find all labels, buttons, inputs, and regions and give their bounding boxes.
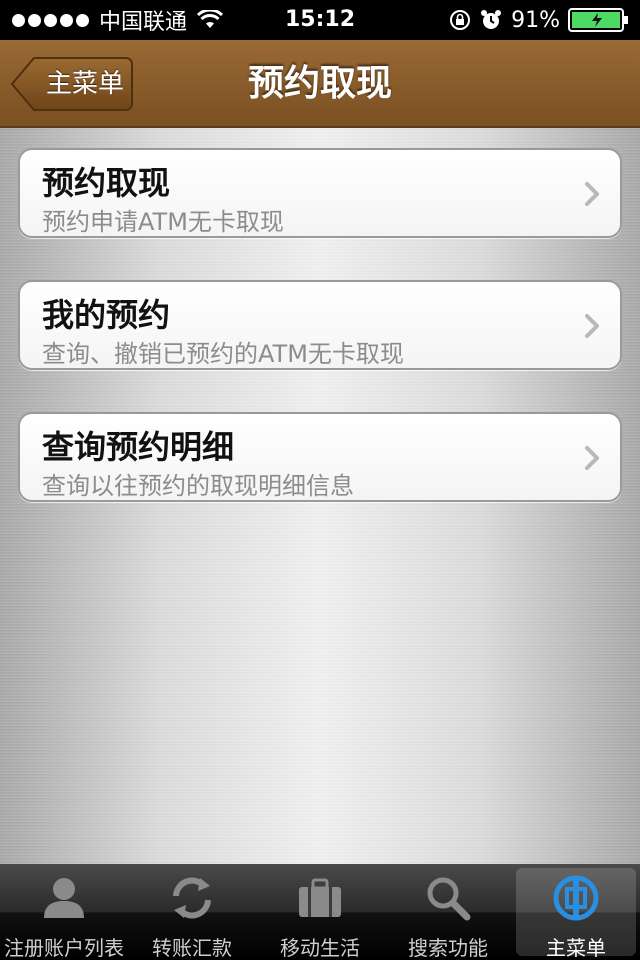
menu-item-reservation-details[interactable]: 查询预约明细 查询以往预约的取现明细信息 — [18, 412, 622, 502]
menu-item-reserve-cash[interactable]: 预约取现 预约申请ATM无卡取现 — [18, 148, 622, 238]
menu-item-subtitle: 查询以往预约的取现明细信息 — [42, 472, 354, 500]
briefcase-icon — [299, 878, 341, 917]
navigation-bar: 主菜单 预约取现 — [0, 40, 640, 128]
menu-item-title: 查询预约明细 — [42, 428, 235, 466]
tab-label: 转账汇款 — [152, 936, 232, 960]
tab-main-menu[interactable]: 主菜单 — [512, 864, 640, 960]
chevron-right-icon — [585, 314, 599, 338]
alarm-icon — [481, 10, 502, 29]
battery-icon — [568, 8, 628, 32]
menu-item-my-reservations[interactable]: 我的预约 查询、撤销已预约的ATM无卡取现 — [18, 280, 622, 370]
tab-account-list[interactable]: 注册账户列表 — [0, 864, 128, 960]
status-right: 91% — [449, 0, 630, 40]
tab-label: 主菜单 — [546, 936, 606, 960]
menu-item-subtitle: 预约申请ATM无卡取现 — [42, 208, 284, 236]
search-icon — [427, 877, 471, 921]
tab-transfer[interactable]: 转账汇款 — [128, 864, 256, 960]
battery-percent: 91% — [511, 7, 560, 33]
page-title: 预约取现 — [247, 63, 392, 104]
content-area: 预约取现 预约申请ATM无卡取现 我的预约 查询、撤销已预约的ATM无卡取现 查… — [0, 128, 640, 864]
menu-item-title: 我的预约 — [42, 296, 171, 334]
status-bar: 中国联通 15:12 91% — [0, 0, 640, 40]
bank-logo-icon — [553, 875, 599, 921]
tab-label: 移动生活 — [280, 936, 360, 960]
person-icon — [44, 878, 84, 918]
tab-search[interactable]: 搜索功能 — [384, 864, 512, 960]
menu-item-title: 预约取现 — [42, 164, 171, 202]
chevron-right-icon — [585, 446, 599, 470]
chevron-right-icon — [585, 182, 599, 206]
tab-mobile-life[interactable]: 移动生活 — [256, 864, 384, 960]
rotation-lock-icon — [450, 10, 471, 30]
menu-item-subtitle: 查询、撤销已预约的ATM无卡取现 — [42, 340, 404, 368]
tab-label: 注册账户列表 — [4, 936, 124, 960]
tab-label: 搜索功能 — [408, 936, 488, 960]
tab-bar: 注册账户列表 转账汇款 移动生活 搜索功能 主菜单 — [0, 864, 640, 960]
refresh-icon — [173, 877, 211, 919]
